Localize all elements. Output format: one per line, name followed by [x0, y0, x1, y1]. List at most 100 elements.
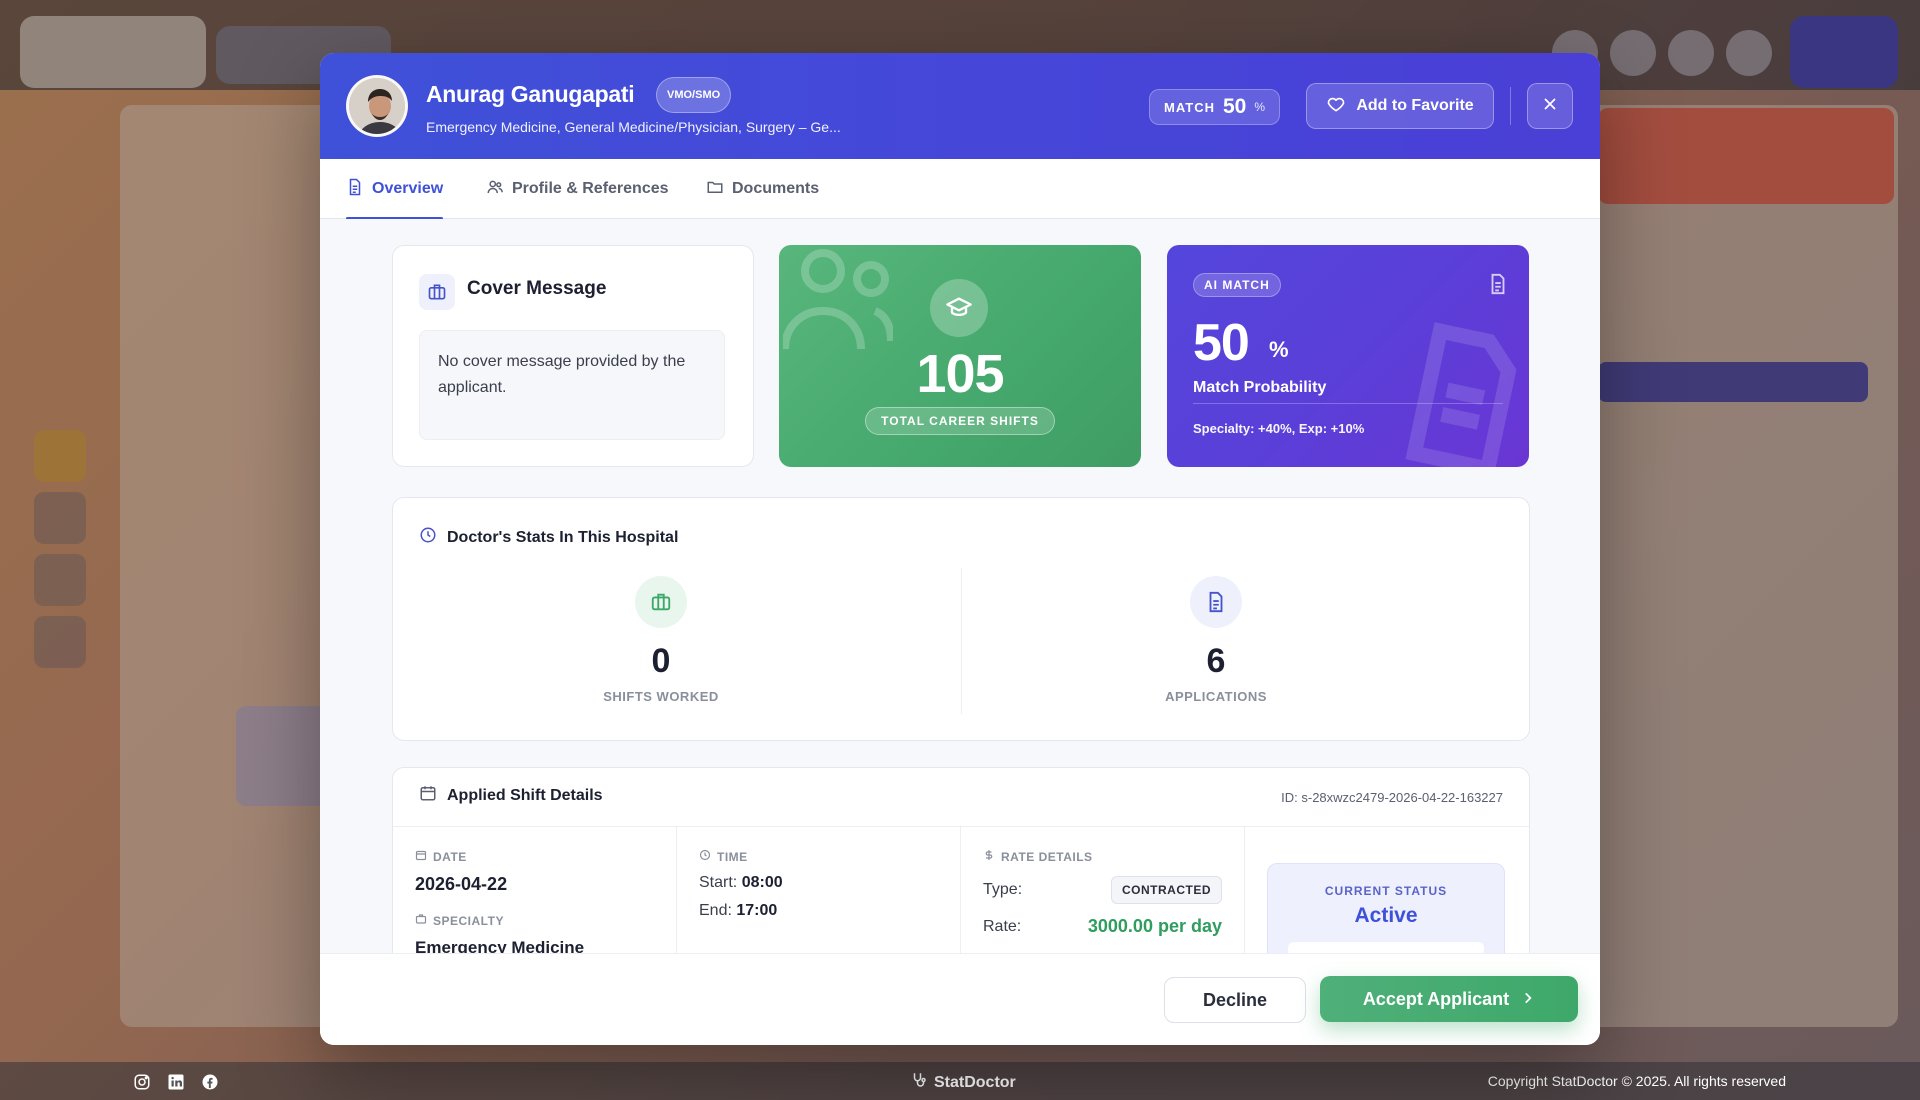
tab-overview-label: Overview [372, 180, 444, 197]
contract-type-badge: CONTRACTED [1111, 876, 1222, 904]
match-breakdown: Specialty: +40%, Exp: +10% [1193, 421, 1365, 436]
shift-status-column: CURRENT STATUS Active [1245, 827, 1529, 953]
specialty-label: SPECIALTY [415, 913, 654, 928]
users-icon [486, 178, 504, 201]
date-label-text: DATE [433, 849, 467, 864]
time-label-text: TIME [717, 849, 748, 864]
applications-value: 6 [1206, 642, 1226, 680]
clock-icon [699, 849, 711, 864]
shift-details-card: Applied Shift Details ID: s-28xwzc2479-2… [392, 767, 1530, 953]
close-icon [1541, 95, 1559, 118]
rate-label-text: RATE DETAILS [1001, 849, 1093, 864]
facebook-icon[interactable] [200, 1072, 220, 1092]
applicant-name: Anurag Ganugapati [426, 81, 635, 107]
ai-match-badge: AI MATCH [1193, 273, 1281, 297]
add-to-favorite-label: Add to Favorite [1356, 97, 1474, 114]
cover-message-title: Cover Message [467, 278, 607, 299]
document-icon [346, 178, 364, 201]
modal-tabs: Overview Profile & References Documents [320, 159, 1600, 220]
match-unit: % [1254, 100, 1266, 114]
add-to-favorite-button[interactable]: Add to Favorite [1306, 83, 1494, 129]
rate-value: 3000.00 per day [1087, 916, 1222, 936]
instagram-icon[interactable] [132, 1072, 152, 1092]
folder-icon [706, 178, 724, 201]
rate-value-row: Rate: 3000.00 per day [983, 916, 1222, 937]
calendar-icon [419, 784, 437, 807]
document-icon [1190, 576, 1242, 628]
tab-profile-references[interactable]: Profile & References [486, 159, 669, 219]
tab-documents[interactable]: Documents [706, 159, 819, 219]
career-shifts-value: 105 [916, 344, 1004, 404]
shift-start: Start: 08:00 [699, 874, 938, 892]
rate-row-label: Rate: [983, 917, 1022, 935]
career-shifts-label: TOTAL CAREER SHIFTS [865, 407, 1055, 435]
applicant-specialties: Emergency Medicine, General Medicine/Phy… [426, 119, 841, 135]
shift-time-column: TIME Start: 08:00 End: 17:00 [677, 827, 961, 953]
ai-match-unit: % [1269, 337, 1289, 362]
social-links [132, 1072, 220, 1092]
header-divider [1510, 87, 1511, 125]
graduation-cap-icon [930, 279, 988, 337]
shifts-worked-stat: 0 SHIFTS WORKED [461, 576, 861, 704]
dollar-icon [983, 849, 995, 864]
accept-applicant-button[interactable]: Accept Applicant [1320, 976, 1578, 1022]
footer-brand: StatDoctor [910, 1071, 1016, 1094]
shift-details-header: Applied Shift Details [419, 784, 603, 807]
document-decoration-icon [1405, 322, 1517, 467]
document-icon [1487, 273, 1509, 300]
close-button[interactable] [1527, 83, 1573, 129]
match-probability-label: Match Probability [1193, 379, 1327, 396]
footer-brand-text: StatDoctor [934, 1073, 1016, 1091]
rate-type-row: Type: CONTRACTED [983, 876, 1222, 904]
stethoscope-icon [910, 1071, 928, 1094]
shift-rate-column: RATE DETAILS Type: CONTRACTED Rate: 3000… [961, 827, 1245, 953]
tab-profile-references-label: Profile & References [512, 180, 669, 197]
heart-icon [1326, 94, 1346, 119]
briefcase-icon [419, 274, 455, 310]
linkedin-icon[interactable] [166, 1072, 186, 1092]
status-bar [1288, 942, 1484, 953]
hospital-stats-header: Doctor's Stats In This Hospital [419, 526, 678, 549]
match-value: 50 [1222, 95, 1247, 118]
modal-footer: Decline Accept Applicant [320, 953, 1600, 1045]
ai-match-value: 50 [1193, 314, 1250, 372]
date-label: DATE [415, 849, 654, 864]
shift-date: 2026-04-22 [415, 874, 508, 894]
shifts-worked-value: 0 [651, 642, 671, 680]
shift-details-title: Applied Shift Details [447, 786, 603, 804]
page-footer: StatDoctor Copyright StatDoctor © 2025. … [0, 1062, 1920, 1100]
hospital-stats-title: Doctor's Stats In This Hospital [447, 528, 679, 546]
start-time: 08:00 [741, 874, 783, 891]
current-status-value: Active [1354, 904, 1418, 927]
modal-header: Anurag Ganugapati VMO/SMO Emergency Medi… [320, 53, 1600, 159]
shifts-worked-label: SHIFTS WORKED [603, 689, 719, 704]
applicant-modal: Anurag Ganugapati VMO/SMO Emergency Medi… [320, 53, 1600, 1045]
current-status-box: CURRENT STATUS Active [1267, 863, 1505, 953]
start-label: Start: [699, 874, 738, 891]
chevron-right-icon [1521, 989, 1535, 1010]
time-label: TIME [699, 849, 938, 864]
accept-applicant-label: Accept Applicant [1362, 988, 1510, 1009]
shift-end: End: 17:00 [699, 902, 938, 920]
match-score-badge: MATCH 50 % [1149, 89, 1281, 125]
shift-id: ID: s-28xwzc2479-2026-04-22-163227 [1281, 790, 1503, 805]
briefcase-icon [415, 913, 427, 928]
shift-date-column: DATE 2026-04-22 SPECIALTY Emergency Medi… [393, 827, 677, 953]
end-time: 17:00 [736, 902, 778, 919]
end-label: End: [699, 902, 732, 919]
tab-documents-label: Documents [732, 180, 820, 197]
clock-icon [419, 526, 437, 549]
modal-body[interactable]: Cover Message No cover message provided … [320, 219, 1600, 953]
applications-stat: 6 APPLICATIONS [1016, 576, 1416, 704]
briefcase-icon [635, 576, 687, 628]
cover-message-text: No cover message provided by the applica… [419, 330, 725, 440]
ai-match-card: AI MATCH 50 % Match Probability Specialt… [1167, 245, 1529, 467]
match-label: MATCH [1164, 99, 1215, 115]
rate-label: RATE DETAILS [983, 849, 1222, 864]
calendar-icon [415, 849, 427, 864]
decline-button[interactable]: Decline [1164, 977, 1306, 1023]
specialty-label-text: SPECIALTY [433, 913, 504, 928]
tab-overview[interactable]: Overview [346, 159, 444, 220]
cover-message-card: Cover Message No cover message provided … [392, 245, 754, 467]
type-label: Type: [983, 881, 1023, 898]
